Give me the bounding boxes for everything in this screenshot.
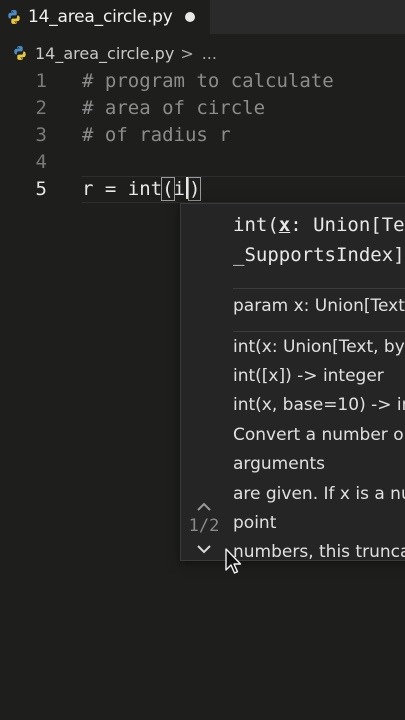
param-doc: param x: Union[Text, bytes, bytearray, _… — [233, 296, 405, 316]
unsaved-dot-icon[interactable] — [184, 12, 195, 22]
code-line-4[interactable]: 4 — [0, 149, 405, 176]
code-text: # program to calculate — [82, 70, 334, 92]
open-paren: ( — [161, 177, 175, 201]
active-parameter: x — [278, 214, 291, 236]
breadcrumb-more[interactable]: ... — [202, 44, 217, 63]
doc-line: int([x]) -> integer — [233, 366, 384, 386]
line-number: 2 — [35, 97, 47, 119]
signature-rest: : Union[Text, bytes, bytearray, — [290, 214, 405, 236]
divider — [233, 331, 405, 332]
python-icon — [14, 46, 26, 60]
tab-14-area-circle[interactable]: 14_area_circle.py — [0, 0, 210, 34]
tab-bar-empty-area — [210, 0, 405, 34]
doc-line: Convert a number or string to an integer… — [233, 425, 405, 445]
mouse-pointer-icon — [225, 548, 242, 574]
code-text: # of radius r — [82, 124, 231, 146]
signature-line-1: int(x: Union[Text, bytes, bytearray, — [233, 214, 405, 236]
signature-navigation: 1/2 — [181, 204, 227, 560]
line-number: 4 — [35, 151, 47, 173]
code-line-3[interactable]: 3 # of radius r — [0, 122, 405, 149]
python-icon — [8, 10, 20, 24]
text-cursor — [185, 177, 188, 199]
code-text: r = int(i) — [82, 176, 202, 203]
code-prefix: r = int — [82, 178, 163, 200]
code-line-5[interactable]: 5 r = int(i) — [0, 176, 405, 203]
code-line-1[interactable]: 1 # program to calculate — [0, 68, 405, 95]
code-text: # area of circle — [82, 97, 266, 119]
doc-line: point — [233, 513, 277, 533]
typed-text: i — [173, 178, 185, 200]
line-number: 3 — [35, 124, 47, 146]
breadcrumb-separator: > — [180, 43, 194, 63]
tab-bar: 14_area_circle.py — [0, 0, 405, 34]
breadcrumb-file[interactable]: 14_area_circle.py — [35, 44, 174, 63]
tab-label: 14_area_circle.py — [28, 7, 173, 27]
line-number: 5 — [35, 178, 47, 200]
signature-start: int( — [233, 214, 279, 236]
code-line-2[interactable]: 2 # area of circle — [0, 95, 405, 122]
divider — [233, 288, 405, 289]
close-paren: ) — [187, 177, 202, 201]
signature-line-2: _SupportsIndex] = ...) — [233, 244, 405, 266]
doc-line: numbers, this truncates towards zero. — [233, 542, 405, 561]
chevron-up-icon[interactable] — [195, 500, 213, 514]
breadcrumb: 14_area_circle.py > ... — [0, 40, 405, 66]
doc-line: arguments — [233, 454, 325, 474]
doc-line: int(x, base=10) -> integer — [233, 395, 405, 415]
signature-counter: 1/2 — [188, 516, 220, 536]
chevron-down-icon[interactable] — [195, 542, 213, 556]
line-number: 1 — [35, 70, 47, 92]
doc-line: int(x: Union[Text, bytes, bytearray, _Su… — [233, 337, 405, 357]
doc-line: are given. If x is a number, return x.__… — [233, 484, 405, 504]
signature-help-popup: 1/2 int(x: Union[Text, bytes, bytearray,… — [180, 203, 405, 561]
